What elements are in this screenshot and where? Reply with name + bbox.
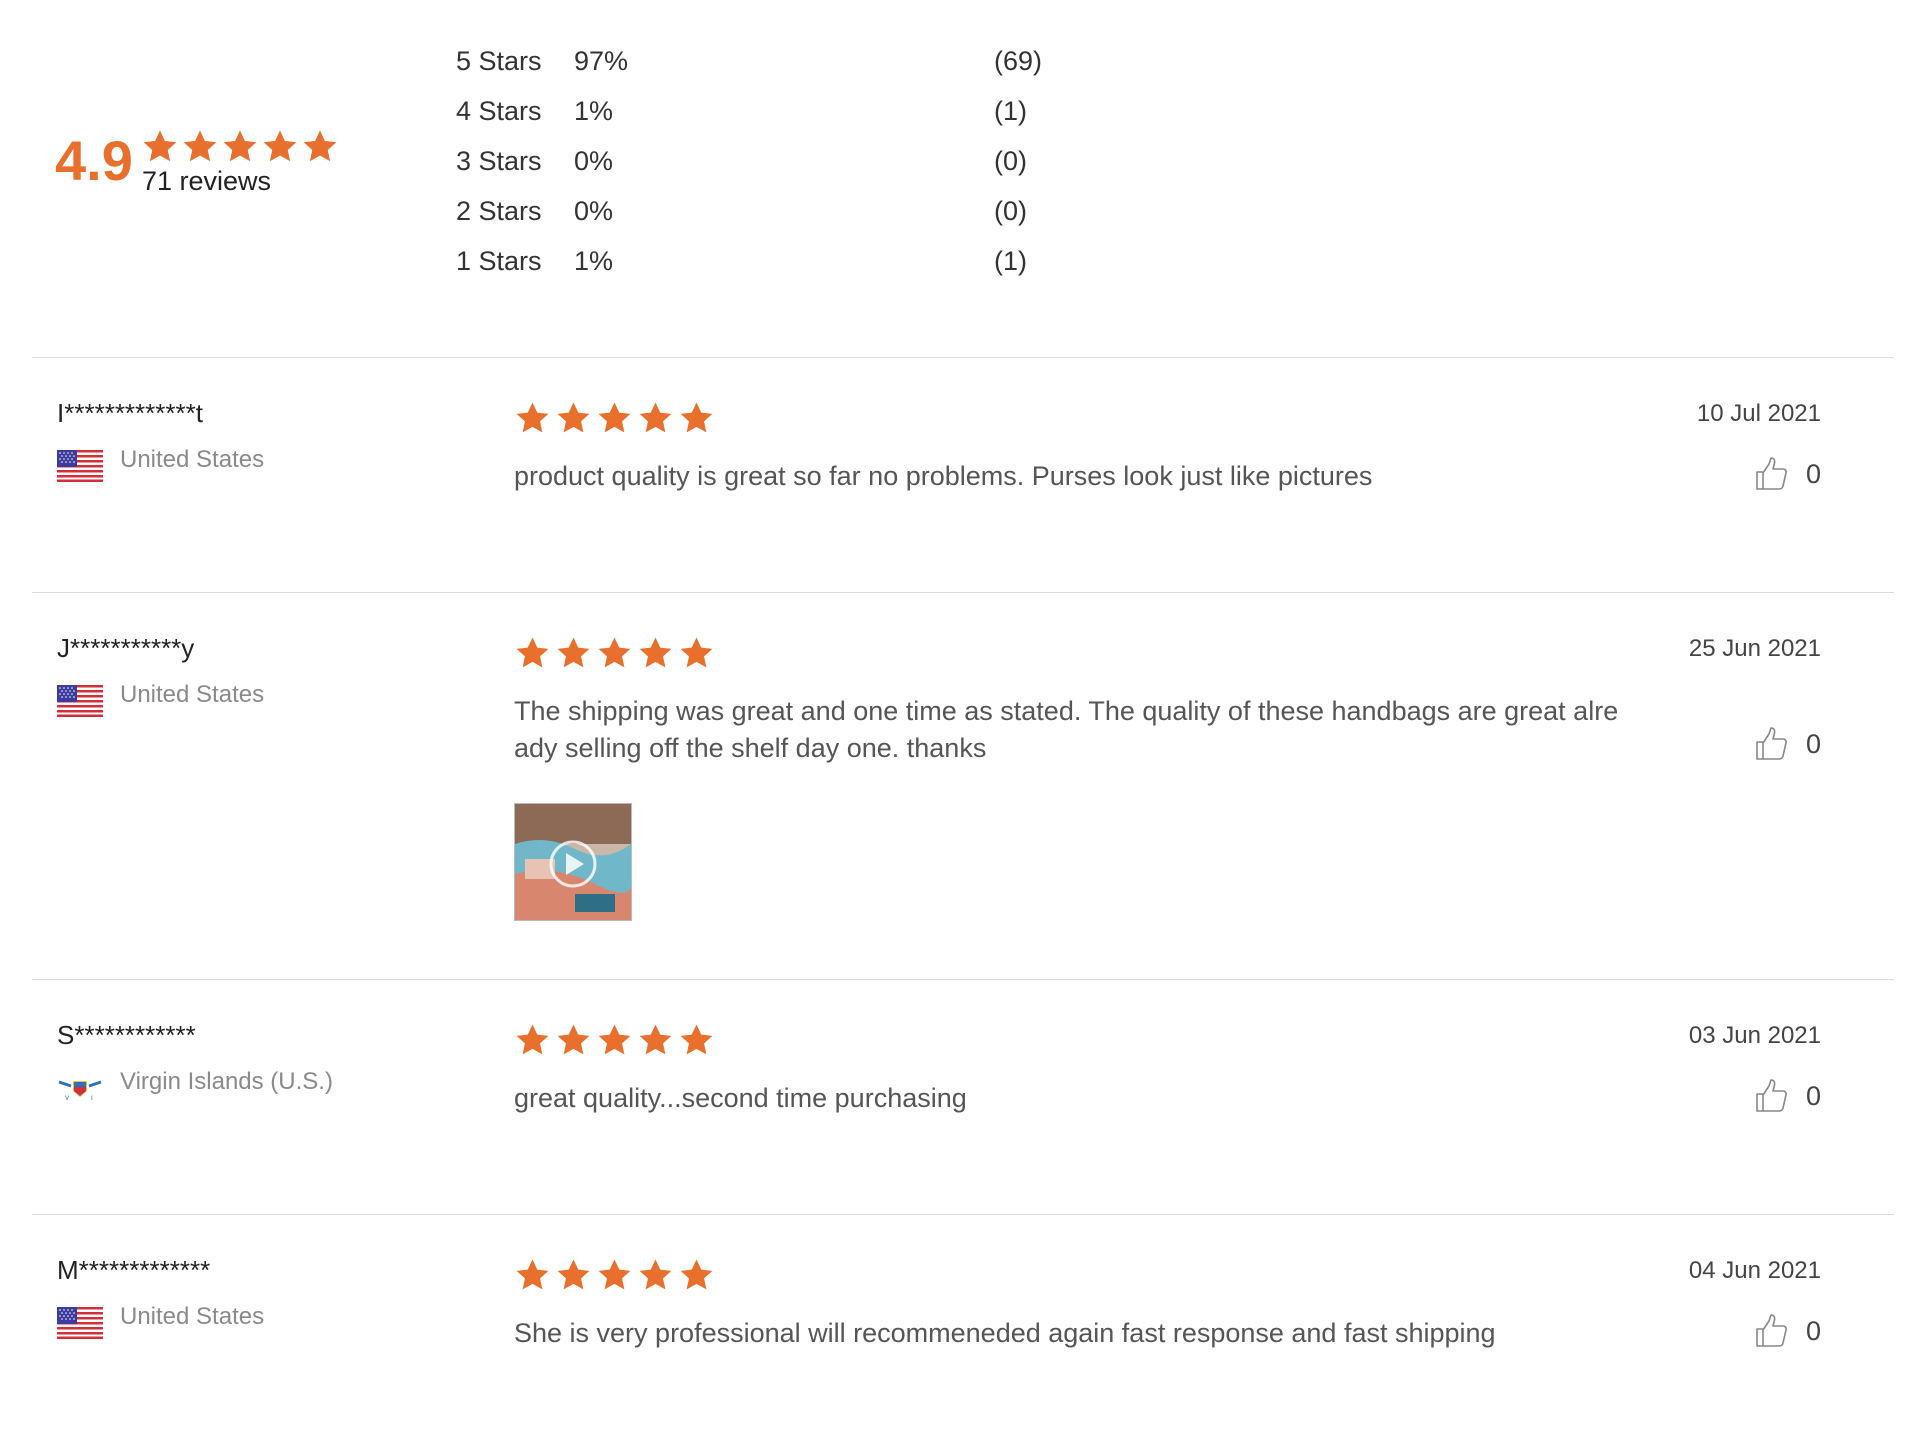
review-count: 71 reviews bbox=[142, 166, 272, 196]
rating-label: 4 Stars bbox=[456, 96, 542, 126]
star-icon bbox=[596, 1257, 633, 1294]
review-text: great quality...second time purchasing bbox=[514, 1083, 967, 1113]
star-icon bbox=[678, 635, 715, 672]
star-icon bbox=[221, 128, 259, 166]
average-rating: 4.9 bbox=[55, 129, 133, 192]
star-icon bbox=[514, 635, 551, 672]
helpful-count: 0 bbox=[1805, 728, 1821, 759]
reviewer-country: Virgin Islands (U.S.) bbox=[120, 1068, 333, 1095]
star-icon bbox=[141, 128, 179, 166]
review-text: product quality is great so far no probl… bbox=[514, 461, 1373, 491]
reviewer-name: M************* bbox=[57, 1255, 211, 1285]
review-date: 10 Jul 2021 bbox=[1696, 400, 1821, 427]
thumbs-up-icon bbox=[1754, 1313, 1788, 1349]
rating-percent: 0% bbox=[574, 146, 614, 176]
us-flag-icon bbox=[57, 450, 103, 482]
average-stars bbox=[141, 128, 339, 166]
review-text: The shipping was great and one time as s… bbox=[514, 696, 1619, 763]
helpful-button[interactable]: 0 bbox=[1754, 1313, 1821, 1349]
review-stars bbox=[514, 1022, 715, 1059]
video-thumbnail-icon bbox=[515, 804, 631, 920]
review-date: 25 Jun 2021 bbox=[1688, 635, 1821, 662]
rating-percent: 97% bbox=[574, 46, 629, 76]
star-icon bbox=[514, 1022, 551, 1059]
thumbs-up-icon bbox=[1754, 456, 1788, 492]
review-stars bbox=[514, 1257, 715, 1294]
star-icon bbox=[637, 1022, 674, 1059]
reviewer-name: I*************t bbox=[57, 398, 203, 428]
rating-percent: 1% bbox=[574, 246, 614, 276]
reviewer-country: United States bbox=[120, 1303, 265, 1330]
rating-label: 5 Stars bbox=[456, 46, 542, 76]
review-stars bbox=[514, 400, 715, 437]
rating-summary: 4.9 71 reviews 5 Stars 97% (69) 4 Stars … bbox=[0, 0, 1914, 358]
helpful-button[interactable]: 0 bbox=[1754, 456, 1821, 492]
us-flag-icon bbox=[57, 685, 103, 717]
star-icon bbox=[555, 1257, 592, 1294]
rating-label: 2 Stars bbox=[456, 196, 542, 226]
review-text: She is very professional will recommened… bbox=[514, 1318, 1496, 1348]
star-icon bbox=[678, 1022, 715, 1059]
rating-count: (69) bbox=[994, 46, 1043, 76]
review-item: J***********y United States The shipping… bbox=[0, 593, 1914, 979]
review-item: S************ Virgin Islands (U.S.) grea… bbox=[0, 980, 1914, 1214]
review-date: 04 Jun 2021 bbox=[1688, 1257, 1821, 1284]
review-date: 03 Jun 2021 bbox=[1688, 1022, 1821, 1049]
star-icon bbox=[261, 128, 299, 166]
helpful-count: 0 bbox=[1805, 458, 1821, 489]
reviewer-name: J***********y bbox=[57, 633, 195, 663]
reviewer-country: United States bbox=[120, 446, 265, 473]
star-icon bbox=[555, 400, 592, 437]
rating-label: 1 Stars bbox=[456, 246, 542, 276]
star-icon bbox=[637, 635, 674, 672]
helpful-count: 0 bbox=[1805, 1080, 1821, 1111]
star-icon bbox=[596, 635, 633, 672]
star-icon bbox=[596, 400, 633, 437]
reviewer-name: S************ bbox=[57, 1020, 196, 1050]
rating-count: (1) bbox=[994, 246, 1027, 276]
usvi-flag-icon bbox=[57, 1072, 103, 1104]
star-icon bbox=[181, 128, 219, 166]
review-photo-thumbnail[interactable] bbox=[514, 803, 632, 921]
thumbs-up-icon bbox=[1754, 726, 1788, 762]
us-flag-icon bbox=[57, 1307, 103, 1339]
star-icon bbox=[637, 1257, 674, 1294]
rating-label: 3 Stars bbox=[456, 146, 542, 176]
review-item: I*************t United States product qu… bbox=[0, 358, 1914, 592]
star-icon bbox=[514, 1257, 551, 1294]
star-icon bbox=[514, 400, 551, 437]
helpful-button[interactable]: 0 bbox=[1754, 726, 1821, 762]
rating-percent: 1% bbox=[574, 96, 614, 126]
rating-percent: 0% bbox=[574, 196, 614, 226]
rating-count: (1) bbox=[994, 96, 1027, 126]
reviewer-country: United States bbox=[120, 681, 265, 708]
star-icon bbox=[678, 1257, 715, 1294]
star-icon bbox=[678, 400, 715, 437]
rating-count: (0) bbox=[994, 196, 1027, 226]
review-stars bbox=[514, 635, 715, 672]
helpful-count: 0 bbox=[1805, 1315, 1821, 1346]
star-icon bbox=[596, 1022, 633, 1059]
thumbs-up-icon bbox=[1754, 1078, 1788, 1114]
star-icon bbox=[555, 1022, 592, 1059]
helpful-button[interactable]: 0 bbox=[1754, 1078, 1821, 1114]
star-icon bbox=[555, 635, 592, 672]
star-icon bbox=[637, 400, 674, 437]
rating-count: (0) bbox=[994, 146, 1027, 176]
star-icon bbox=[301, 128, 339, 166]
review-item: M************* United States She is very… bbox=[0, 1215, 1914, 1442]
